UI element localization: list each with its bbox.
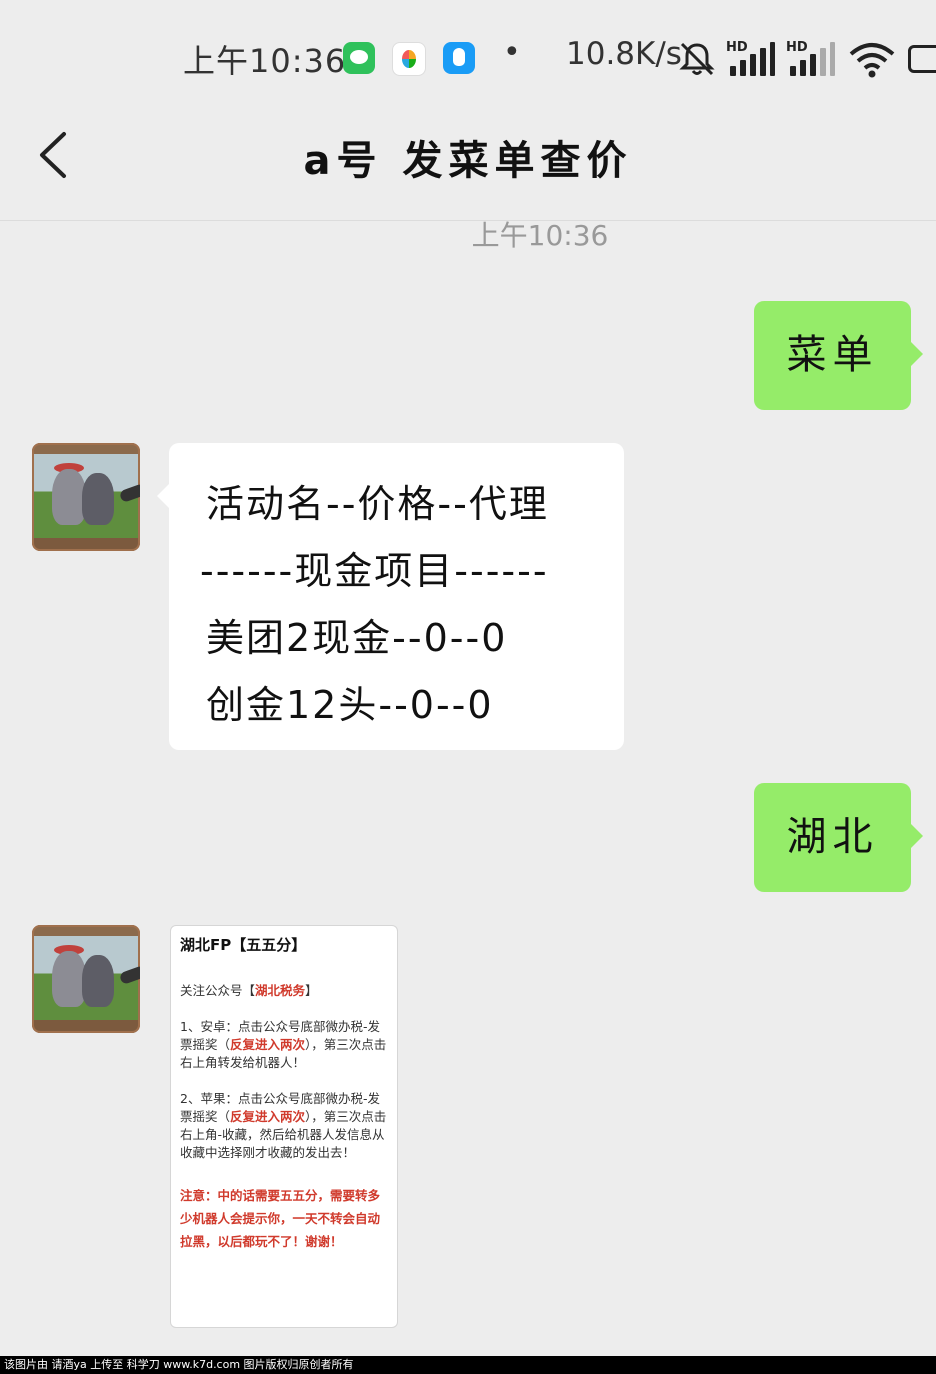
status-dot: • <box>503 35 521 70</box>
chat-title: a号 发菜单查价 <box>303 138 633 184</box>
chat-header: a号 发菜单查价 <box>0 110 936 221</box>
incoming-message-bubble[interactable]: 活动名--价格--代理 ------现金项目------ 美团2现金--0--0… <box>157 443 624 750</box>
contact-avatar[interactable] <box>32 443 140 551</box>
status-time: 上午10:36 <box>183 42 347 80</box>
outgoing-message-bubble[interactable]: 菜单 <box>754 301 923 410</box>
mute-bell-icon <box>679 42 715 76</box>
signal-strength-icon: HD <box>726 40 775 76</box>
battery-icon <box>908 45 936 73</box>
signal-hd-label-2: HD <box>786 40 808 55</box>
message-line: 创金12头--0--0 <box>206 683 494 727</box>
card-apple-instructions: 2、苹果：点击公众号底部微办税-发票摇奖（反复进入两次），第三次点击右上角-收藏… <box>180 1091 387 1160</box>
outgoing-message-bubble[interactable]: 湖北 <box>754 783 923 892</box>
card-follow-text: 关注公众号【湖北税务】 <box>180 983 318 998</box>
message-line: ------现金项目------ <box>200 549 549 593</box>
message-line: 活动名--价格--代理 <box>206 482 549 526</box>
video-app-icon <box>392 42 426 76</box>
signal-hd-label: HD <box>726 40 748 55</box>
card-android-instructions: 1、安卓：点击公众号底部微办税-发票摇奖（反复进入两次），第三次点击右上角转发给… <box>180 1019 387 1070</box>
status-bar: 上午10:36 • 10.8K/s HD HD <box>0 0 936 110</box>
message-timestamp: 上午10:36 <box>471 219 609 252</box>
message-text: 菜单 <box>786 332 879 378</box>
wifi-icon <box>849 43 895 78</box>
wechat-icon <box>343 42 375 74</box>
contact-avatar[interactable] <box>32 925 140 1033</box>
message-line: 美团2现金--0--0 <box>206 616 508 660</box>
network-speed: 10.8K/s <box>566 36 682 72</box>
image-message-card[interactable]: 湖北FP【五五分】 关注公众号【湖北税务】 1、安卓：点击公众号底部微办税-发票… <box>170 925 398 1328</box>
watermark-footer: 该图片由 请酒ya 上传至 科学刀 www.k7d.com 图片版权归原创者所有 <box>0 1356 936 1374</box>
card-title: 湖北FP【五五分】 <box>180 936 307 954</box>
message-text: 湖北 <box>786 814 879 860</box>
card-note: 注意：中的话需要五五分，需要转多少机器人会提示你，一天不转会自动拉黑，以后都玩不… <box>180 1188 381 1249</box>
signal-strength-icon-2: HD <box>786 40 835 76</box>
qq-icon <box>443 42 475 74</box>
